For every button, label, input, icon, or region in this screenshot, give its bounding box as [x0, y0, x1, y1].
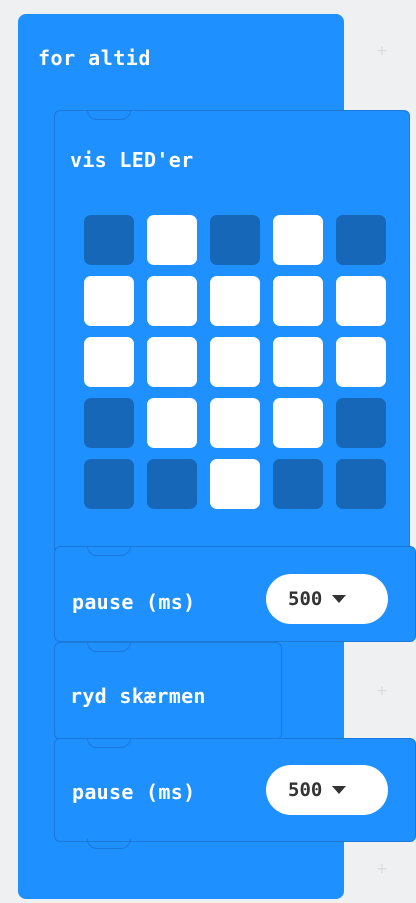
led-cell-4-2[interactable] — [210, 459, 260, 509]
led-cell-4-3[interactable] — [273, 459, 323, 509]
led-cell-4-1[interactable] — [147, 459, 197, 509]
led-cell-4-4[interactable] — [336, 459, 386, 509]
clear-screen-label: ryd skærmen — [70, 684, 206, 708]
led-cell-0-1[interactable] — [147, 215, 197, 265]
pause-label: pause (ms) — [72, 590, 196, 614]
block-notch — [87, 546, 131, 556]
forever-block-label: for altid — [38, 46, 151, 70]
led-cell-1-3[interactable] — [273, 276, 323, 326]
chevron-down-icon[interactable] — [332, 595, 347, 603]
pause-label: pause (ms) — [72, 780, 196, 804]
pause-duration-dropdown[interactable]: 500 — [266, 574, 388, 624]
pause-duration-value: 500 — [288, 779, 323, 801]
led-cell-2-0[interactable] — [84, 337, 134, 387]
led-cell-2-4[interactable] — [336, 337, 386, 387]
led-cell-3-0[interactable] — [84, 398, 134, 448]
led-cell-3-3[interactable] — [273, 398, 323, 448]
block-notch — [87, 110, 131, 120]
led-cell-1-4[interactable] — [336, 276, 386, 326]
grid-marker: + — [376, 683, 388, 699]
led-cell-2-2[interactable] — [210, 337, 260, 387]
grid-marker: + — [376, 861, 388, 877]
pause-duration-dropdown[interactable]: 500 — [266, 765, 388, 815]
pause-duration-value: 500 — [288, 588, 323, 610]
led-cell-0-3[interactable] — [273, 215, 323, 265]
led-grid[interactable] — [84, 215, 394, 511]
show-leds-label: vis LED'er — [70, 148, 194, 172]
led-cell-1-2[interactable] — [210, 276, 260, 326]
led-cell-2-3[interactable] — [273, 337, 323, 387]
led-cell-0-2[interactable] — [210, 215, 260, 265]
led-cell-0-4[interactable] — [336, 215, 386, 265]
led-cell-3-1[interactable] — [147, 398, 197, 448]
led-cell-1-1[interactable] — [147, 276, 197, 326]
led-cell-4-0[interactable] — [84, 459, 134, 509]
led-cell-0-0[interactable] — [84, 215, 134, 265]
led-cell-2-1[interactable] — [147, 337, 197, 387]
block-notch — [87, 738, 131, 748]
led-cell-1-0[interactable] — [84, 276, 134, 326]
blocks-workspace[interactable]: + + + + for altid vis LED'er pause (ms) … — [0, 0, 416, 903]
led-cell-3-2[interactable] — [210, 398, 260, 448]
chevron-down-icon[interactable] — [332, 786, 347, 794]
block-notch — [87, 839, 131, 849]
grid-marker: + — [376, 43, 388, 59]
led-cell-3-4[interactable] — [336, 398, 386, 448]
block-notch — [87, 642, 131, 652]
